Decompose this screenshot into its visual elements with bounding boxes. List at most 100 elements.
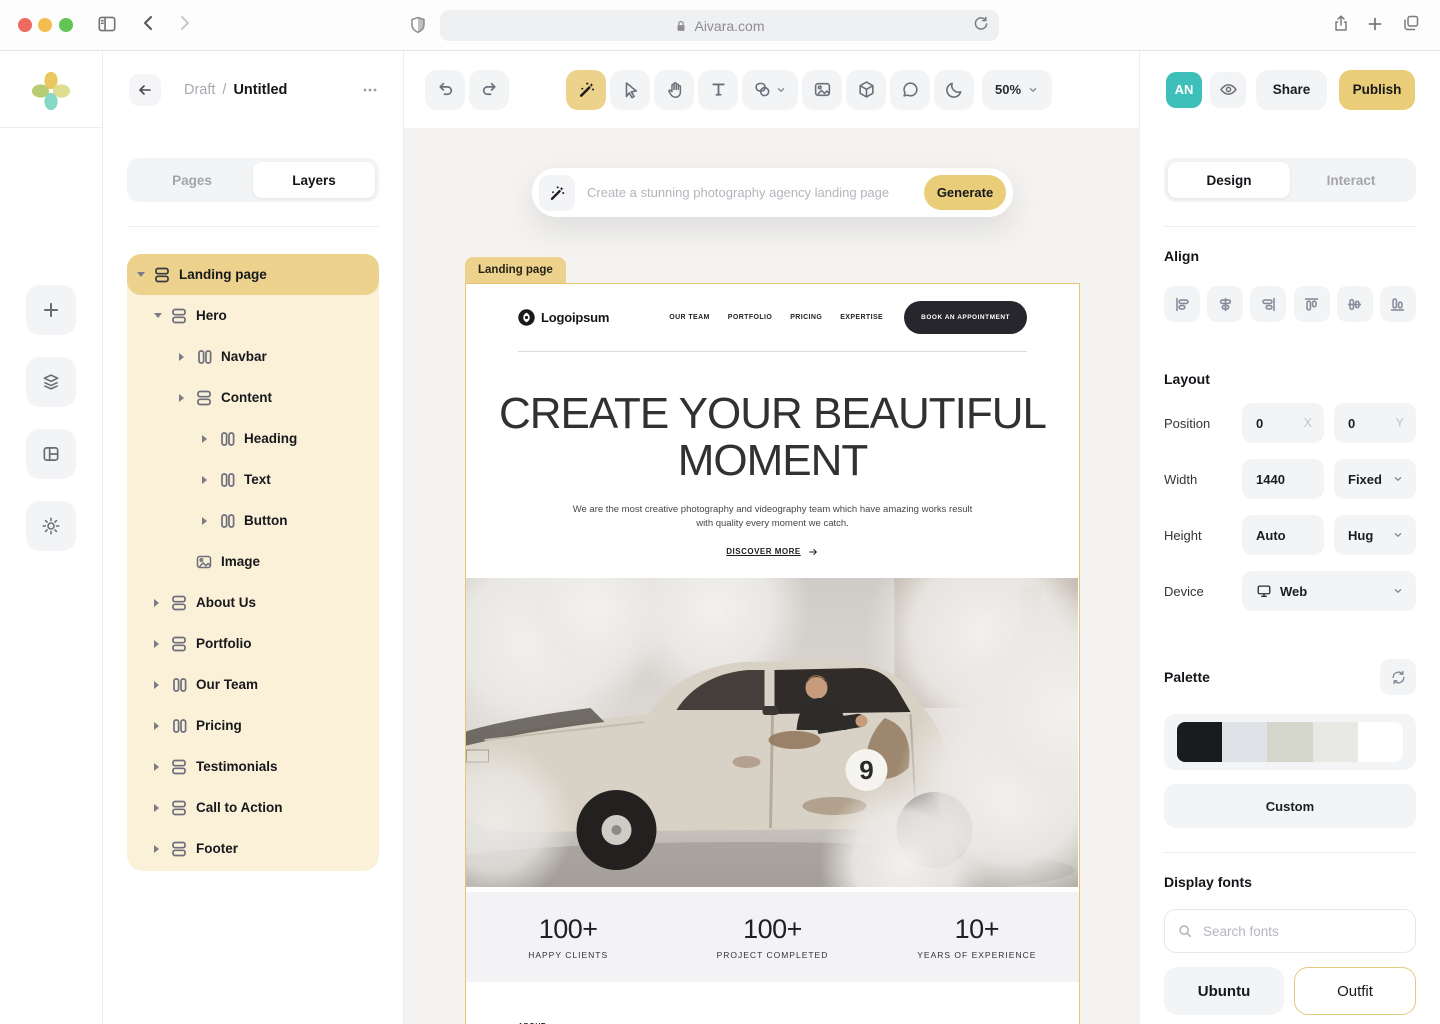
caret-right-icon[interactable] xyxy=(154,804,168,812)
layer-row-heading[interactable]: Heading xyxy=(127,418,379,459)
palette-swatch[interactable] xyxy=(1313,722,1358,762)
align-right-button[interactable] xyxy=(1250,286,1286,322)
font-search-input[interactable] xyxy=(1164,909,1416,953)
address-bar[interactable]: Aivara.com xyxy=(440,10,999,41)
avatar[interactable]: AN xyxy=(1166,72,1202,108)
design-canvas[interactable]: Generate Landing page Lo xyxy=(404,128,1140,1024)
zoom-window-button[interactable] xyxy=(59,18,73,32)
layer-row-text[interactable]: Text xyxy=(127,459,379,500)
hand-tool[interactable] xyxy=(654,70,694,110)
layer-row-content[interactable]: Content xyxy=(127,377,379,418)
palette-refresh-button[interactable] xyxy=(1380,659,1416,695)
new-tab-icon[interactable] xyxy=(1366,15,1384,33)
add-button[interactable] xyxy=(26,285,76,335)
preview-button[interactable] xyxy=(1210,72,1246,108)
layer-row-hero[interactable]: Hero xyxy=(127,295,379,336)
nav-link-portfolio[interactable]: PORTFOLIO xyxy=(728,314,772,321)
font-option-outfit[interactable]: Outfit xyxy=(1294,967,1416,1015)
share-button[interactable]: Share xyxy=(1256,70,1327,110)
layer-row-footer[interactable]: Footer xyxy=(127,828,379,869)
settings-button[interactable] xyxy=(26,501,76,551)
browser-share-icon[interactable] xyxy=(1331,13,1351,33)
caret-right-icon[interactable] xyxy=(202,435,216,443)
align-top-button[interactable] xyxy=(1294,286,1330,322)
back-button[interactable] xyxy=(129,74,161,106)
position-x-input[interactable]: 0 X xyxy=(1242,403,1324,443)
reload-icon[interactable] xyxy=(972,15,990,33)
landing-page-frame[interactable]: Logoipsum OUR TEAM PORTFOLIO PRICING EXP… xyxy=(465,283,1080,1024)
text-tool[interactable] xyxy=(698,70,738,110)
palette-swatch[interactable] xyxy=(1358,722,1403,762)
height-input[interactable]: Auto xyxy=(1242,515,1324,555)
close-window-button[interactable] xyxy=(18,18,32,32)
sidebar-toggle-icon[interactable] xyxy=(96,13,118,35)
browser-forward-icon[interactable] xyxy=(174,13,194,33)
caret-right-icon[interactable] xyxy=(154,681,168,689)
width-input[interactable]: 1440 xyxy=(1242,459,1324,499)
layers-panel-button[interactable] xyxy=(26,357,76,407)
caret-right-icon[interactable] xyxy=(202,476,216,484)
align-center-horizontal-button[interactable] xyxy=(1207,286,1243,322)
align-left-button[interactable] xyxy=(1164,286,1200,322)
select-tool[interactable] xyxy=(610,70,650,110)
image-tool[interactable] xyxy=(802,70,842,110)
prompt-input[interactable] xyxy=(587,185,924,200)
zoom-level-dropdown[interactable]: 50% xyxy=(982,70,1052,110)
redo-button[interactable] xyxy=(469,70,509,110)
page-title[interactable]: Untitled xyxy=(233,82,287,98)
discover-more-link[interactable]: DISCOVER MORE xyxy=(726,546,819,558)
custom-palette-button[interactable]: Custom xyxy=(1164,784,1416,828)
nav-link-pricing[interactable]: PRICING xyxy=(790,314,822,321)
undo-button[interactable] xyxy=(425,70,465,110)
align-bottom-button[interactable] xyxy=(1380,286,1416,322)
generate-button[interactable]: Generate xyxy=(924,175,1006,210)
tab-design[interactable]: Design xyxy=(1168,162,1290,198)
privacy-shield-icon[interactable] xyxy=(408,15,428,35)
tab-overview-icon[interactable] xyxy=(1401,13,1421,33)
align-center-vertical-button[interactable] xyxy=(1337,286,1373,322)
layer-row-about-us[interactable]: About Us xyxy=(127,582,379,623)
layer-row-image[interactable]: Image xyxy=(127,541,379,582)
palette-swatch[interactable] xyxy=(1177,722,1222,762)
caret-right-icon[interactable] xyxy=(154,845,168,853)
caret-right-icon[interactable] xyxy=(179,353,193,361)
caret-right-icon[interactable] xyxy=(154,640,168,648)
palette-swatch[interactable] xyxy=(1267,722,1312,762)
layer-row-navbar[interactable]: Navbar xyxy=(127,336,379,377)
caret-right-icon[interactable] xyxy=(179,394,193,402)
layer-row-testimonials[interactable]: Testimonials xyxy=(127,746,379,787)
width-mode-dropdown[interactable]: Fixed xyxy=(1334,459,1416,499)
caret-right-icon[interactable] xyxy=(154,722,168,730)
position-y-input[interactable]: 0 Y xyxy=(1334,403,1416,443)
minimize-window-button[interactable] xyxy=(38,18,52,32)
layer-row-landing-page[interactable]: Landing page xyxy=(127,254,379,295)
app-logo[interactable] xyxy=(29,69,73,113)
layer-row-button[interactable]: Button xyxy=(127,500,379,541)
more-options-button[interactable] xyxy=(361,81,379,99)
height-mode-dropdown[interactable]: Hug xyxy=(1334,515,1416,555)
caret-down-icon[interactable] xyxy=(137,272,151,277)
layer-row-our-team[interactable]: Our Team xyxy=(127,664,379,705)
caret-right-icon[interactable] xyxy=(154,599,168,607)
publish-button[interactable]: Publish xyxy=(1339,70,1415,110)
tab-interact[interactable]: Interact xyxy=(1290,162,1412,198)
font-option-ubuntu[interactable]: Ubuntu xyxy=(1164,967,1284,1015)
browser-back-icon[interactable] xyxy=(139,13,159,33)
shape-tool[interactable] xyxy=(742,70,798,110)
nav-link-our-team[interactable]: OUR TEAM xyxy=(669,314,710,321)
layout-panel-button[interactable] xyxy=(26,429,76,479)
tab-layers[interactable]: Layers xyxy=(253,162,375,198)
frame-tag[interactable]: Landing page xyxy=(465,257,566,283)
layer-row-call-to-action[interactable]: Call to Action xyxy=(127,787,379,828)
device-dropdown[interactable]: Web xyxy=(1242,571,1416,611)
breadcrumb-draft[interactable]: Draft xyxy=(184,82,215,98)
nav-link-expertise[interactable]: EXPERTISE xyxy=(840,314,883,321)
magic-wand-tool[interactable] xyxy=(566,70,606,110)
caret-right-icon[interactable] xyxy=(202,517,216,525)
caret-right-icon[interactable] xyxy=(154,763,168,771)
comment-tool[interactable] xyxy=(890,70,930,110)
layer-row-pricing[interactable]: Pricing xyxy=(127,705,379,746)
3d-tool[interactable] xyxy=(846,70,886,110)
palette-swatch[interactable] xyxy=(1222,722,1267,762)
caret-down-icon[interactable] xyxy=(154,313,168,318)
